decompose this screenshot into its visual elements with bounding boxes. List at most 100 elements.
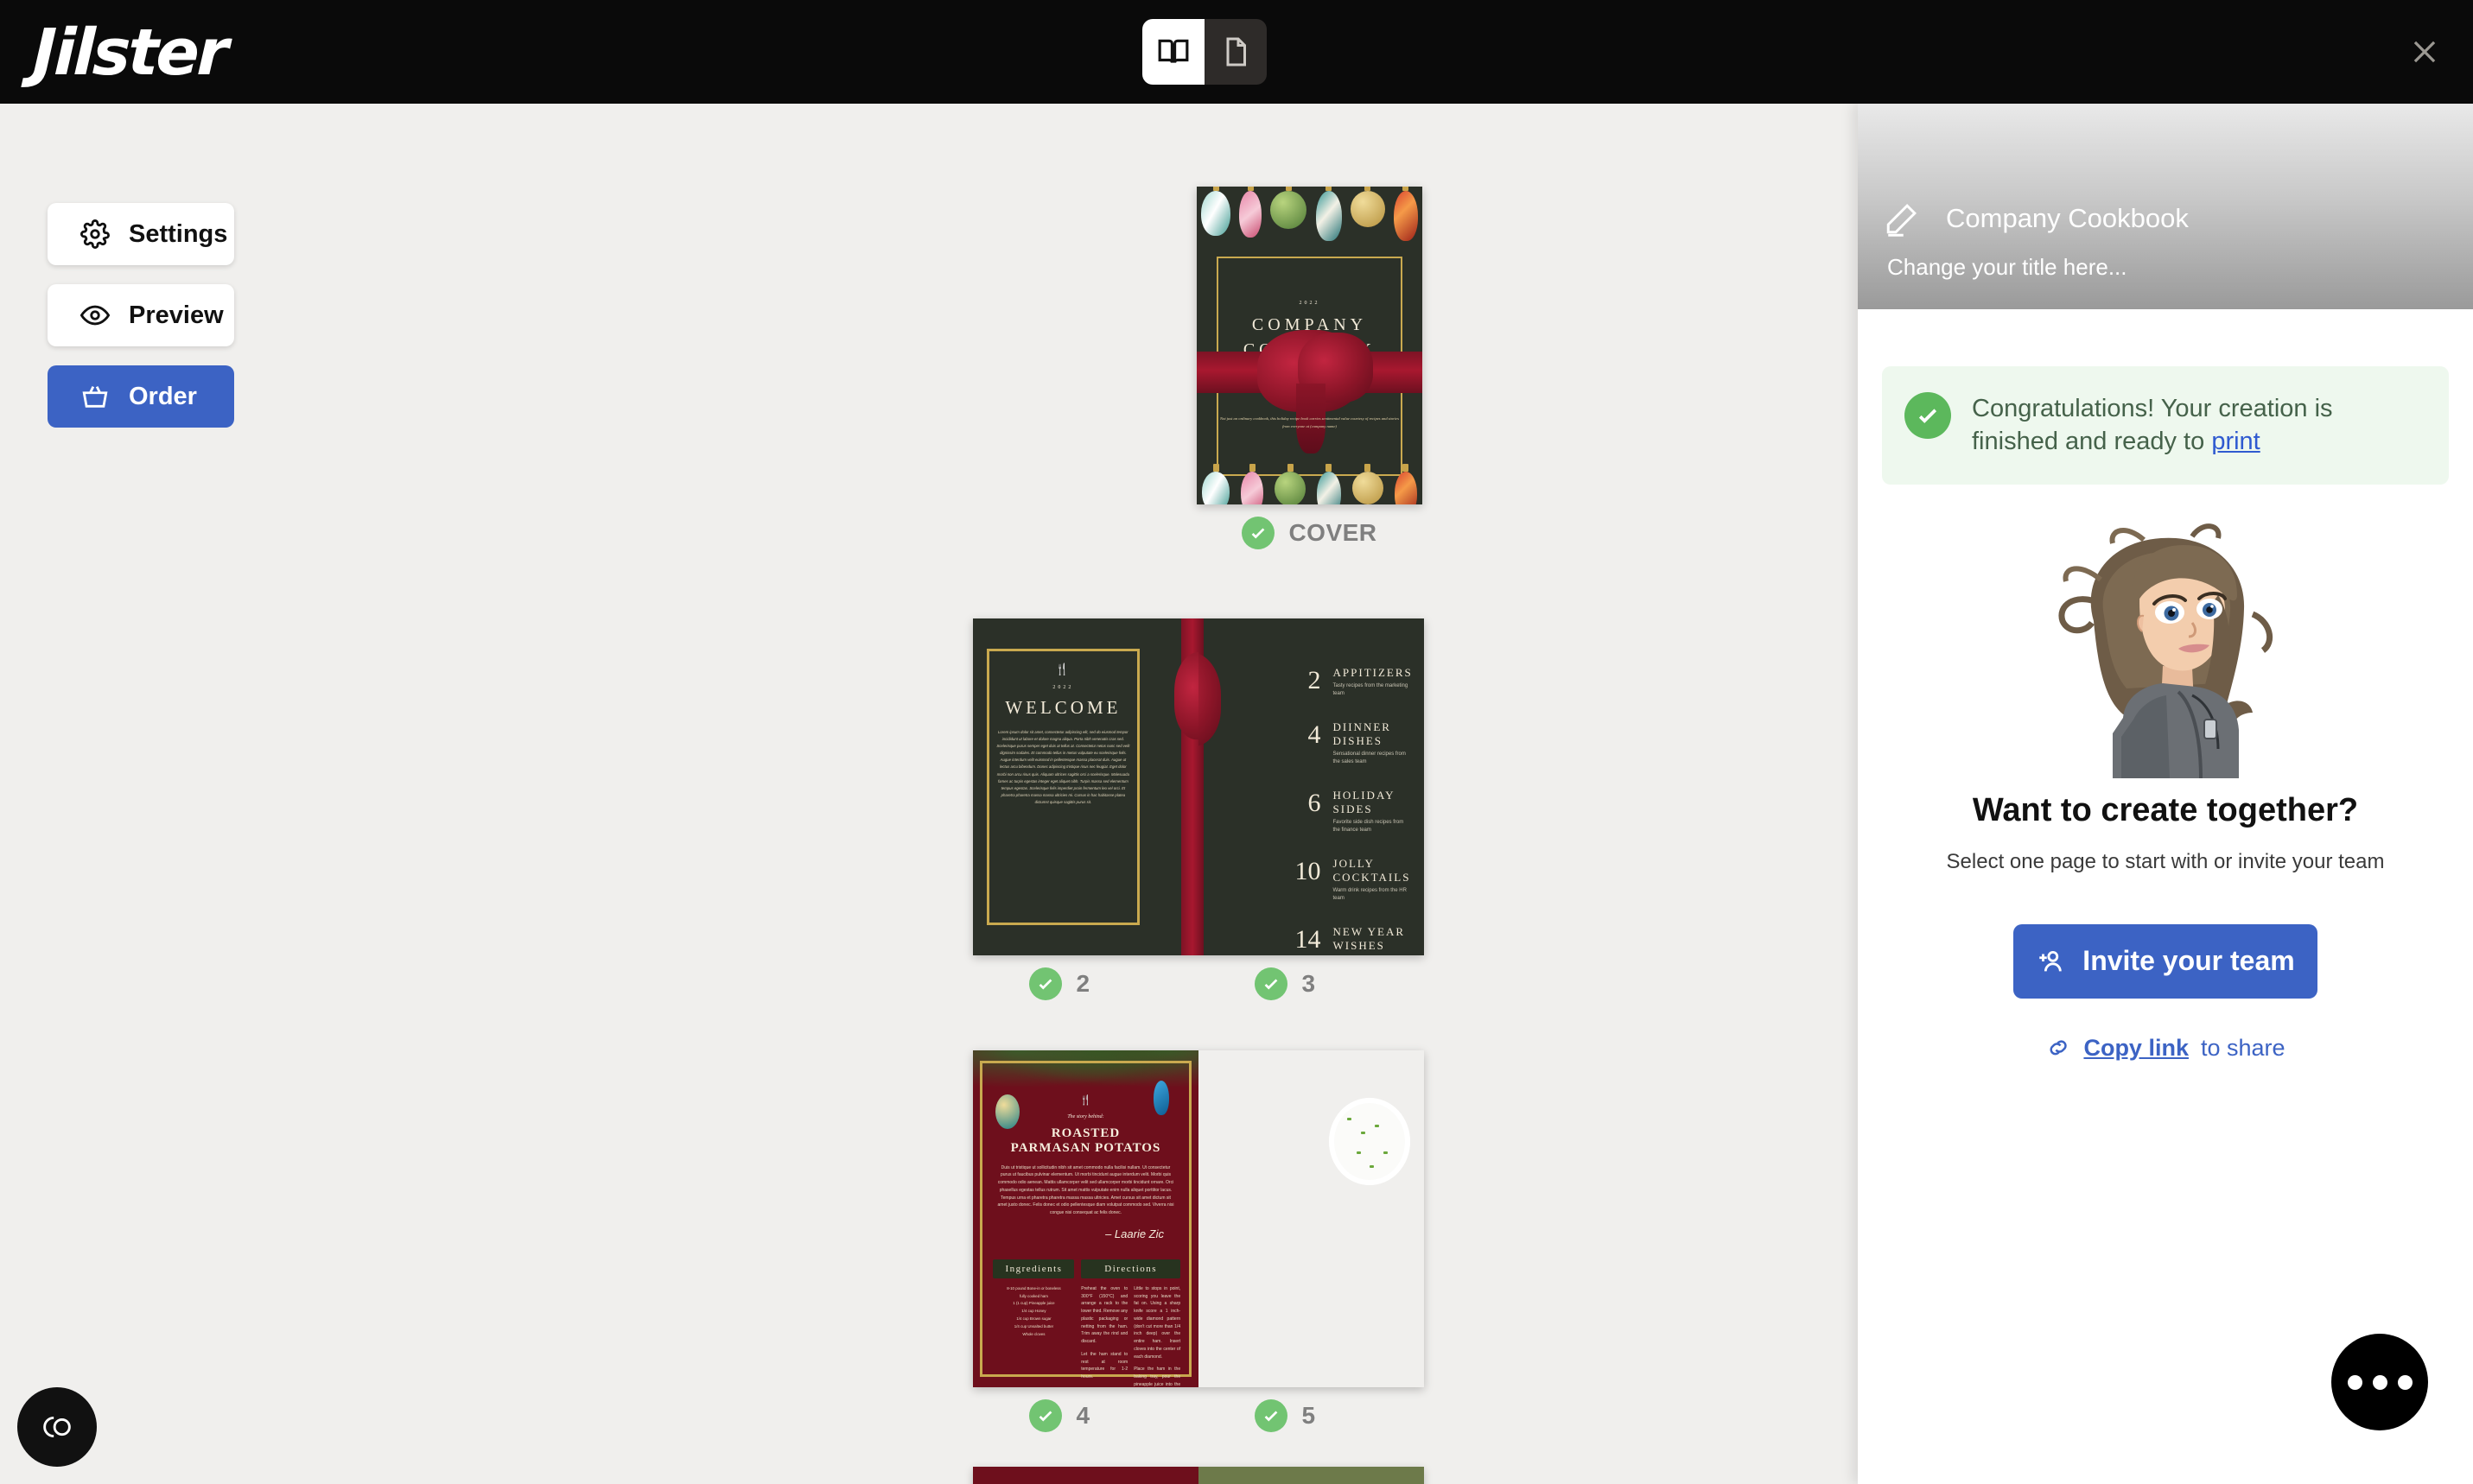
toc-title: APPITIZERS <box>1332 665 1413 679</box>
food-photo <box>1198 1050 1424 1387</box>
spread-2-3[interactable]: 🍴 2022 WELCOME Lorem ipsum dolor sit ame… <box>973 618 1424 1000</box>
alert-message: Congratulations! Your creation is finish… <box>1972 395 2333 456</box>
accessibility-widget-button[interactable] <box>17 1387 97 1467</box>
page-3[interactable]: 2 APPITIZERS Tasty recipes from the mark… <box>1198 618 1424 955</box>
toc-row: 2 APPITIZERS Tasty recipes from the mark… <box>1271 666 1411 698</box>
link-icon <box>2050 1040 2068 1056</box>
avatar <box>1858 519 2473 778</box>
ingredient-item: 1 (1 cup) Pineapple juice <box>1013 1301 1055 1306</box>
cover-year: 2022 <box>1299 301 1320 307</box>
check-icon <box>1918 409 1937 423</box>
page-5[interactable] <box>1198 1050 1424 1387</box>
cover-artwork: 2022 COMPANY COOKBOOK HOLIDAY RECIPES No… <box>1197 187 1422 504</box>
page-label-text: 5 <box>1301 1402 1316 1429</box>
more-options-button[interactable] <box>2331 1334 2428 1430</box>
book-icon <box>1158 39 1189 63</box>
cutlery-icon: 🍴 <box>1055 662 1071 675</box>
directions-heading: Directions <box>1081 1259 1181 1278</box>
spread-pages <box>973 1467 1424 1484</box>
invite-team-label: Invite your team <box>2082 945 2295 977</box>
spread-cover[interactable]: 2022 COMPANY COOKBOOK HOLIDAY RECIPES No… <box>1197 187 1422 549</box>
close-icon <box>2413 41 2436 63</box>
welcome-body: Lorem ipsum dolor sit amet, consectetur … <box>996 729 1130 805</box>
spread-next-partial[interactable] <box>973 1467 1424 1484</box>
toc-title: HOLIDAY SIDES <box>1332 788 1395 815</box>
dip-bowl <box>1329 1097 1411 1185</box>
welcome-year: 2022 <box>1052 684 1074 690</box>
toc-title: DIINNER DISHES <box>1332 720 1391 747</box>
recipe-artwork: 🍴 The story behind: ROASTED PARMASAN POT… <box>973 1050 1198 1387</box>
page-4[interactable]: 🍴 The story behind: ROASTED PARMASAN POT… <box>973 1050 1198 1387</box>
page-label-text: 3 <box>1301 970 1316 997</box>
page-list: 2022 COMPANY COOKBOOK HOLIDAY RECIPES No… <box>0 104 1858 1484</box>
panel-title-row[interactable]: Company Cookbook <box>1884 200 2473 237</box>
more-dots-icon <box>2347 1374 2362 1390</box>
ingredient-item: 1/4 cup Unsalted butter <box>1014 1323 1054 1329</box>
toc-list: 2 APPITIZERS Tasty recipes from the mark… <box>1271 666 1411 955</box>
pencil-icon[interactable] <box>1884 200 1920 237</box>
check-icon <box>1039 979 1052 990</box>
toc-page-number: 2 <box>1307 665 1321 694</box>
recipe-title-1: ROASTED <box>1051 1126 1121 1140</box>
more-dots-icon <box>2372 1374 2387 1390</box>
page-cover[interactable]: 2022 COMPANY COOKBOOK HOLIDAY RECIPES No… <box>1197 187 1422 504</box>
view-mode-toggle[interactable] <box>1142 19 1267 85</box>
avatar-illustration <box>2058 523 2273 778</box>
page-label-2: 2 <box>973 967 1198 1000</box>
ingredient-item: fully cooked ham <box>1019 1293 1048 1298</box>
invite-team-button[interactable]: Invite your team <box>2013 923 2317 999</box>
collaboration-cta: Want to create together? Select one page… <box>1858 792 2473 1062</box>
recipe-eyebrow: The story behind: <box>1067 1113 1104 1119</box>
recipe-body: Duis ut tristique ut sollicitudin nibh s… <box>997 1164 1174 1216</box>
print-link[interactable]: print <box>2211 428 2260 455</box>
page-6[interactable] <box>973 1467 1198 1484</box>
toc-title: JOLLY COCKTAILS <box>1332 856 1411 884</box>
cta-subtitle: Select one page to start with or invite … <box>1946 849 2385 873</box>
check-icon <box>1265 979 1278 990</box>
toc-row: 14 NEW YEAR WISHES From everybody to you… <box>1271 925 1411 955</box>
toc-desc: Warm drink recipes from the HR team <box>1332 887 1407 901</box>
toc-artwork: 2 APPITIZERS Tasty recipes from the mark… <box>1198 618 1424 955</box>
cover-blurb: Not just an ordinary cookbook, this holi… <box>1219 415 1400 428</box>
jilster-logo[interactable]: Jilster <box>31 16 226 90</box>
panel-header: Company Cookbook Change your title here.… <box>1858 104 2473 309</box>
copy-link-row[interactable]: Copy link to share <box>1880 1035 2451 1062</box>
top-bar: Jilster <box>0 0 2473 104</box>
page-7[interactable] <box>1198 1467 1424 1484</box>
more-dots-icon <box>2397 1374 2413 1390</box>
page-labels: 4 5 <box>973 1399 1424 1432</box>
welcome-artwork: 🍴 2022 WELCOME Lorem ipsum dolor sit ame… <box>973 618 1198 955</box>
spread-4-5[interactable]: 🍴 The story behind: ROASTED PARMASAN POT… <box>973 1050 1424 1432</box>
editor-canvas: Settings Preview Order 2022 COMPANY Not … <box>0 104 1858 1484</box>
direction-item: Place the ham in the baking tray, pour t… <box>1134 1367 1181 1387</box>
copy-link-suffix: to share <box>2200 1034 2285 1061</box>
accessibility-toggle-icon <box>43 1417 71 1437</box>
welcome-title: WELCOME <box>1005 696 1122 718</box>
page-done-check <box>1242 517 1275 549</box>
single-page-view-button[interactable] <box>1205 19 1267 85</box>
close-button[interactable] <box>2404 31 2445 73</box>
page-labels: 2 3 <box>973 967 1424 1000</box>
ingredients-heading: Ingredients <box>993 1259 1075 1278</box>
spread-pages: 2022 COMPANY COOKBOOK HOLIDAY RECIPES No… <box>1197 187 1422 504</box>
toc-page-number: 14 <box>1294 924 1321 954</box>
toc-desc: Tasty recipes from the marketing team <box>1332 682 1408 696</box>
page-2[interactable]: 🍴 2022 WELCOME Lorem ipsum dolor sit ame… <box>973 618 1198 955</box>
toc-title: NEW YEAR WISHES <box>1332 924 1406 952</box>
page-label-text: 2 <box>1076 970 1090 997</box>
spread-pages: 🍴 The story behind: ROASTED PARMASAN POT… <box>973 1050 1424 1387</box>
side-panel: Company Cookbook Change your title here.… <box>1858 104 2473 1484</box>
page-label-cover: COVER <box>1242 517 1376 549</box>
spread-view-button[interactable] <box>1142 19 1205 85</box>
toc-page-number: 4 <box>1307 720 1321 749</box>
alert-text: Congratulations! Your creation is finish… <box>1972 392 2425 459</box>
cookbook-title[interactable]: Company Cookbook <box>1946 203 2189 234</box>
cookbook-title-hint[interactable]: Change your title here... <box>1887 254 2473 281</box>
cta-title: Want to create together? <box>1972 791 2359 828</box>
spread-pages: 🍴 2022 WELCOME Lorem ipsum dolor sit ame… <box>973 618 1424 955</box>
direction-item: Let the ham stand to rest at room temper… <box>1081 1351 1128 1380</box>
toc-desc: Sensational dinner recipes from the sale… <box>1332 751 1406 764</box>
check-circle-icon <box>1904 392 1951 439</box>
toc-row: 10 JOLLY COCKTAILS Warm drink recipes fr… <box>1271 857 1411 903</box>
copy-link-label[interactable]: Copy link <box>2083 1035 2189 1062</box>
